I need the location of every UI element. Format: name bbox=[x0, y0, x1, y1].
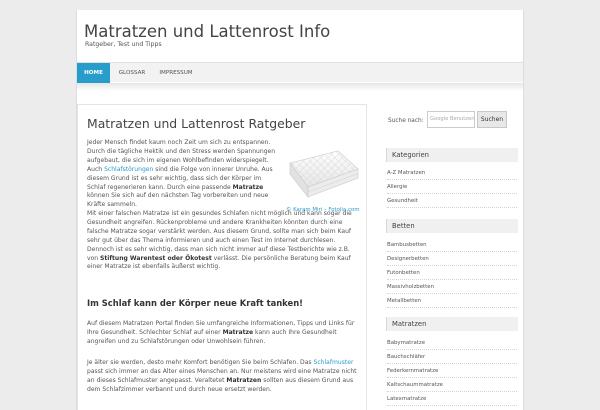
widget-title-betten: Betten bbox=[386, 219, 518, 233]
sidebar-link[interactable]: Designerbetten bbox=[387, 256, 517, 266]
widget-title-kategorien: Kategorien bbox=[386, 148, 518, 162]
paragraph-alter: Je älter sie werden, desto mehr Komfort … bbox=[87, 359, 357, 395]
bold-text: Stiftung Warentest oder Ökotest bbox=[100, 254, 212, 262]
main-content: Matratzen und Lattenrost Ratgeber Jeder … bbox=[77, 104, 367, 410]
sidebar-link[interactable]: Kaltschaummatratze bbox=[387, 382, 517, 392]
nav-shadow bbox=[77, 83, 523, 91]
link-schlafmuster[interactable]: Schlafmuster bbox=[314, 359, 354, 366]
link-schlafstoerungen[interactable]: Schlafstörungen bbox=[104, 166, 153, 173]
sidebar-link[interactable]: Federkernmatratze bbox=[387, 368, 517, 378]
section-heading: Im Schlaf kann der Körper neue Kraft tan… bbox=[87, 298, 303, 308]
sidebar-link[interactable]: Latexmatratze bbox=[387, 396, 517, 406]
sidebar-link[interactable]: Massivholzbetten bbox=[387, 284, 517, 294]
page-container: Matratzen und Lattenrost Info Ratgeber, … bbox=[76, 10, 524, 410]
mattress-image bbox=[289, 150, 359, 198]
sidebar-link[interactable]: Bambusbetten bbox=[387, 242, 517, 252]
bold-text: Matratze bbox=[222, 328, 254, 336]
sidebar-link[interactable]: Futonbetten bbox=[387, 270, 517, 280]
sidebar-link[interactable]: Gesundheit bbox=[387, 198, 517, 208]
sidebar-link[interactable]: Bauchschläfer bbox=[387, 354, 517, 364]
bold-text: Matratzen bbox=[226, 376, 262, 384]
text-span: können Sie sich auf den nächsten Tag vor… bbox=[87, 192, 269, 209]
sidebar-link[interactable]: A-Z Matratzen bbox=[387, 170, 517, 180]
search-label: Suche nach: bbox=[388, 118, 424, 124]
sidebar-link[interactable]: Allergie bbox=[387, 184, 517, 194]
intro-paragraph-continued: Mit einer falschen Matratze ist ein gesu… bbox=[87, 210, 357, 272]
sidebar: Suche nach: Google Benutzerd Suchen Kate… bbox=[380, 104, 521, 410]
site-description: Ratgeber, Test und Tipps bbox=[85, 41, 162, 48]
widget-title-matratzen: Matratzen bbox=[386, 317, 518, 331]
nav-item-home[interactable]: Home bbox=[77, 63, 110, 83]
post-title: Matratzen und Lattenrost Ratgeber bbox=[87, 116, 306, 131]
text-span: Je älter sie werden, desto mehr Komfort … bbox=[87, 359, 314, 366]
sidebar-link[interactable]: Metallbetten bbox=[387, 298, 517, 308]
intro-paragraph: Jeder Mensch findet kaum noch Zeit um si… bbox=[87, 139, 281, 210]
bold-text: Matratze bbox=[232, 183, 264, 191]
paragraph-portal: Auf diesem Matratzen Portal finden Sie u… bbox=[87, 320, 357, 347]
main-navigation: Home Glossar Impressum bbox=[77, 62, 523, 83]
site-title[interactable]: Matratzen und Lattenrost Info bbox=[84, 22, 330, 41]
search-input[interactable]: Google Benutzerd bbox=[427, 111, 475, 128]
sidebar-link[interactable]: Babymatratze bbox=[387, 340, 517, 350]
nav-item-glossar[interactable]: Glossar bbox=[114, 63, 150, 83]
search-button[interactable]: Suchen bbox=[477, 111, 507, 128]
nav-item-impressum[interactable]: Impressum bbox=[153, 63, 199, 83]
